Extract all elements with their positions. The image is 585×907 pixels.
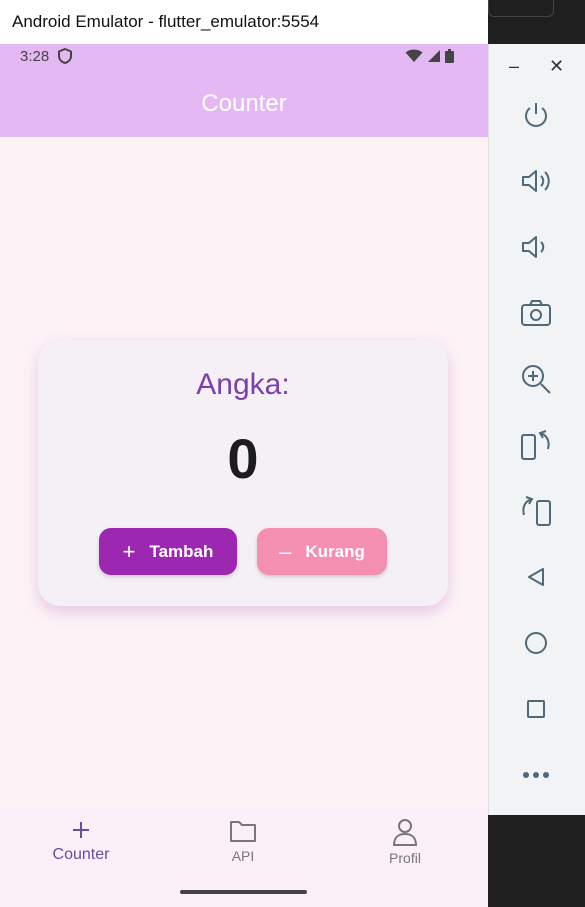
zoom-in-icon[interactable]: [519, 362, 553, 396]
nav-label-profil: Profil: [389, 850, 421, 866]
folder-icon: [230, 821, 256, 842]
background-window-strip: [488, 0, 585, 44]
shield-icon: [58, 47, 72, 68]
more-icon[interactable]: [519, 758, 553, 792]
nav-item-profil[interactable]: Profil: [355, 818, 455, 866]
signal-icon: [428, 50, 440, 62]
battery-icon: [445, 49, 454, 63]
window-title-bar: Android Emulator - flutter_emulator:5554: [0, 0, 488, 44]
minimize-icon[interactable]: –: [509, 56, 519, 77]
plus-icon: [73, 822, 89, 838]
counter-value: 0: [227, 427, 259, 490]
subtract-button-label: Kurang: [305, 541, 365, 561]
plus-icon: +: [122, 538, 136, 564]
phone-screen: 3:28 Counter Angka: 0 + Tambah – Kurang …: [0, 44, 488, 907]
nav-label-api: API: [231, 848, 255, 864]
camera-icon[interactable]: [519, 296, 553, 330]
page-title: Counter: [201, 89, 287, 117]
window-title: Android Emulator - flutter_emulator:5554: [12, 12, 320, 31]
home-icon[interactable]: [519, 626, 553, 660]
power-icon[interactable]: [519, 98, 553, 132]
status-time: 3:28: [20, 48, 50, 65]
nav-label-counter: Counter: [52, 846, 110, 863]
rotate-right-icon[interactable]: [519, 494, 553, 528]
close-icon[interactable]: ✕: [549, 56, 564, 77]
status-bar: 3:28: [0, 44, 488, 70]
wifi-icon: [405, 49, 423, 62]
add-button-label: Tambah: [149, 541, 214, 561]
nav-item-counter[interactable]: Counter: [31, 818, 131, 864]
volume-down-icon[interactable]: [519, 230, 553, 264]
desktop-background: [488, 815, 585, 907]
counter-label: Angka:: [196, 368, 290, 401]
person-icon: [392, 819, 418, 846]
volume-up-icon[interactable]: [519, 164, 553, 198]
emulator-side-panel: – ✕: [488, 44, 585, 815]
counter-card: Angka: 0 + Tambah – Kurang: [38, 340, 448, 606]
gesture-home-bar[interactable]: [180, 890, 307, 894]
add-button[interactable]: + Tambah: [99, 528, 237, 575]
app-bar: Counter: [0, 70, 488, 137]
subtract-button[interactable]: – Kurang: [257, 528, 387, 575]
overview-icon[interactable]: [519, 692, 553, 726]
rotate-left-icon[interactable]: [519, 428, 553, 462]
nav-item-api[interactable]: API: [193, 818, 293, 864]
minus-icon: –: [279, 538, 292, 564]
back-icon[interactable]: [519, 560, 553, 594]
